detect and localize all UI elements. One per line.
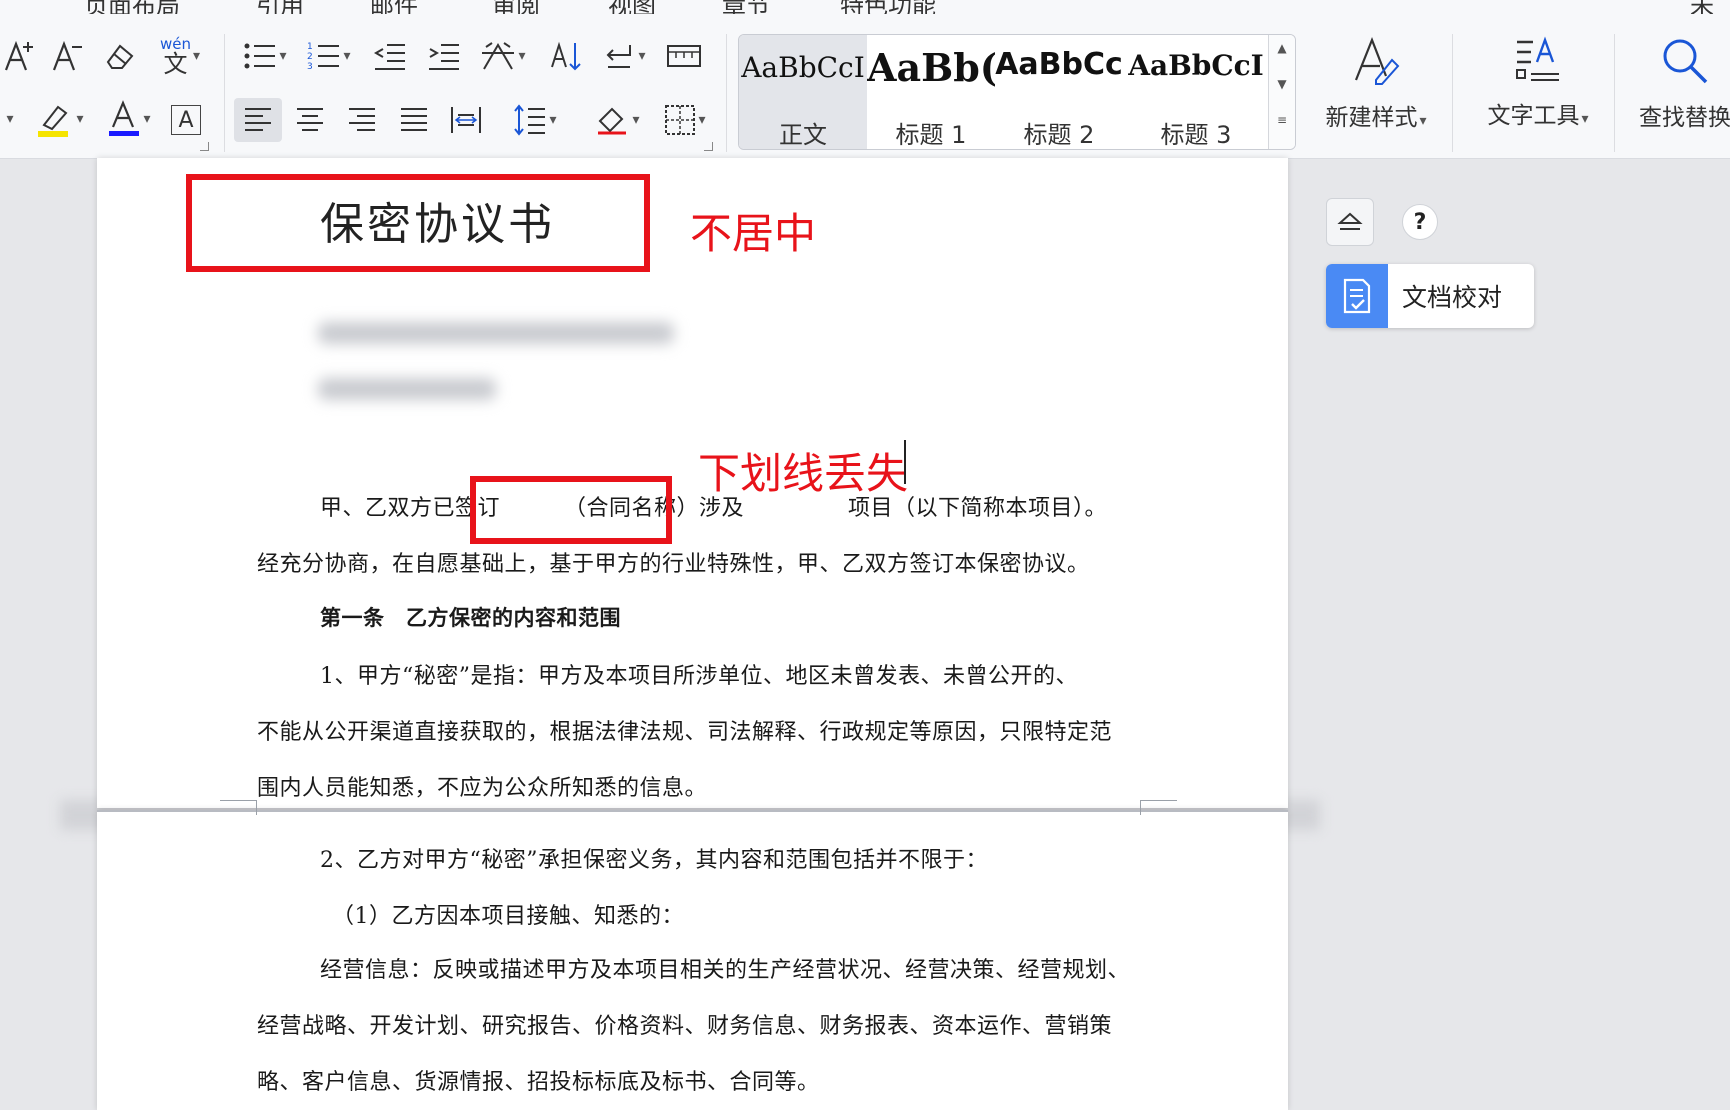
style-normal-sample: AaBbCcI	[741, 51, 865, 84]
sort-icon[interactable]	[546, 36, 586, 76]
character-border-icon[interactable]: A	[168, 102, 204, 138]
pinyin-guide-icon[interactable]: wén 文 ▾	[152, 34, 208, 78]
article-2-line-1[interactable]: 2、乙方对甲方“秘密”承担保密义务，其内容和范围包括并不限于：	[320, 842, 988, 874]
text-tool-icon	[1516, 36, 1559, 81]
borders-icon[interactable]: ▾	[656, 98, 714, 142]
find-replace-button[interactable]: 查找替换	[1630, 36, 1730, 132]
chinese-layout-icon[interactable]: ▾	[476, 36, 530, 76]
table-layout-icon[interactable]	[664, 36, 704, 76]
style-heading-3-label: 标题 3	[1160, 121, 1232, 149]
divider	[1614, 34, 1615, 152]
article-1-line-3[interactable]: 围内人员能知悉，不应为公众所知悉的信息。	[257, 770, 707, 802]
style-heading-3[interactable]: AaBbCcI 标题 3	[1123, 35, 1269, 149]
menu-page-layout[interactable]: 页面布局	[84, 0, 180, 14]
chevron-down-icon[interactable]: ▾	[193, 48, 200, 64]
annotation-box-contract-name	[470, 476, 672, 544]
paragraph-1-line-1[interactable]: 甲、乙双方已签订 （合同名称）涉及 项目（以下简称本项目）。	[320, 490, 1107, 522]
pinyin-char: 文	[163, 49, 188, 78]
scroll-down-icon[interactable]: ▼	[1269, 77, 1295, 91]
svg-text:3: 3	[307, 62, 313, 72]
margin-mark	[220, 800, 257, 815]
annotation-box-title	[186, 174, 650, 272]
style-heading-2[interactable]: AaBbCc 标题 2	[995, 35, 1123, 149]
article-2-line-3[interactable]: 经营信息：反映或描述甲方及本项目相关的生产经营状况、经营决策、经营规划、	[320, 952, 1130, 984]
menu-chapter[interactable]: 章节	[722, 0, 770, 14]
bullet-list-icon[interactable]: ▾	[240, 36, 290, 76]
decrease-indent-icon[interactable]	[370, 36, 410, 76]
text-tool-button[interactable]: 文字工具 ▾	[1470, 36, 1606, 130]
menu-view[interactable]: 视图	[608, 0, 656, 14]
article-2-line-2[interactable]: （1）乙方因本项目接触、知悉的：	[332, 898, 684, 930]
divider	[1452, 34, 1453, 152]
style-heading-2-label: 标题 2	[1023, 121, 1095, 149]
style-normal[interactable]: AaBbCcI 正文	[739, 35, 867, 149]
menu-references[interactable]: 引用	[256, 0, 304, 14]
new-style-button[interactable]: 新建样式 ▾	[1308, 36, 1444, 132]
svg-text:2: 2	[307, 52, 313, 62]
redacted-line	[318, 378, 496, 400]
proofread-label: 文档校对	[1402, 283, 1503, 312]
text-tool-label: 文字工具	[1487, 103, 1580, 129]
document-proofread-button[interactable]: 文档校对	[1326, 264, 1534, 328]
proofread-icon	[1326, 264, 1388, 328]
style-heading-1[interactable]: AaBb( 标题 1	[867, 35, 995, 149]
gallery-expand-icon[interactable]: ≡	[1269, 113, 1295, 127]
divider	[224, 34, 225, 152]
search-icon	[1663, 39, 1708, 84]
line-spacing-icon[interactable]: ▾	[506, 98, 564, 142]
styles-scrollbar[interactable]: ▲ ▼ ≡	[1268, 35, 1295, 149]
redacted-line	[318, 322, 674, 344]
show-hide-marks-icon[interactable]: ▾	[598, 36, 650, 76]
style-heading-1-sample: AaBb(	[867, 45, 995, 90]
eject-icon	[1337, 212, 1363, 230]
article-1-line-2[interactable]: 不能从公开渠道直接获取的，根据法律法规、司法解释、行政规定等原因，只限特定范	[257, 714, 1112, 746]
paragraph-1-line-2[interactable]: 经充分协商，在自愿基础上，基于甲方的行业特殊性，甲、乙双方签订本保密协议。	[257, 546, 1090, 578]
align-left-icon[interactable]	[234, 98, 282, 142]
menu-review[interactable]: 审阅	[492, 0, 540, 14]
highlight-color-icon[interactable]: ▾	[30, 98, 88, 140]
decrease-font-size-icon[interactable]	[48, 36, 88, 76]
article-2-line-4[interactable]: 经营战略、开发计划、研究报告、价格资料、财务信息、财务报表、资本运作、营销策	[257, 1008, 1112, 1040]
help-icon[interactable]: ?	[1402, 204, 1438, 240]
collapse-panel-button[interactable]	[1326, 198, 1374, 246]
svg-text:1: 1	[307, 42, 313, 52]
justify-icon[interactable]	[392, 98, 436, 142]
styles-gallery: AaBbCcI 正文 AaBb( 标题 1 AaBbCc 标题 2 AaBbCc…	[738, 34, 1296, 150]
article-2-line-5[interactable]: 略、客户信息、货源情报、招投标标底及标书、合同等。	[257, 1064, 820, 1096]
clear-format-eraser-icon[interactable]	[100, 36, 140, 76]
style-heading-3-sample: AaBbCcI	[1128, 49, 1264, 82]
increase-indent-icon[interactable]	[424, 36, 464, 76]
menu-right-item[interactable]: 未	[1690, 0, 1714, 14]
chevron-down-icon[interactable]: ▾	[0, 104, 18, 134]
divider	[726, 34, 727, 152]
menu-bar: 页面布局 引用 邮件 审阅 视图 章节 特色功能 未	[0, 0, 1730, 14]
paragraph-dialog-launcher-icon[interactable]	[704, 142, 713, 151]
annotation-not-centered: 不居中	[690, 209, 817, 258]
style-normal-label: 正文	[779, 121, 827, 149]
style-heading-1-label: 标题 1	[895, 121, 967, 149]
scroll-up-icon[interactable]: ▲	[1269, 41, 1295, 55]
article-1-line-1[interactable]: 1、甲方“秘密”是指：甲方及本项目所涉单位、地区未曾发表、未曾公开的、	[320, 658, 1078, 690]
find-replace-label: 查找替换	[1639, 105, 1730, 131]
new-style-label: 新建样式	[1325, 105, 1418, 131]
increase-font-size-icon[interactable]	[0, 36, 40, 76]
article-1-heading[interactable]: 第一条 乙方保密的内容和范围	[320, 602, 621, 632]
margin-mark	[1140, 800, 1177, 815]
align-center-icon[interactable]	[288, 98, 332, 142]
numbered-list-icon[interactable]: 123 ▾	[304, 36, 354, 76]
style-heading-2-sample: AaBbCc	[995, 47, 1123, 82]
new-style-icon	[1354, 37, 1400, 85]
font-color-icon[interactable]: ▾	[100, 98, 158, 140]
menu-mailings[interactable]: 邮件	[370, 0, 418, 14]
ribbon: wén 文 ▾ ▾ ▾ ▾ A ▾ 123 ▾ ▾ ▾ ▾ ▾ ▾ AaBbCc…	[0, 14, 1730, 159]
text-cursor	[904, 440, 906, 484]
align-right-icon[interactable]	[340, 98, 384, 142]
distributed-align-icon[interactable]	[444, 98, 488, 142]
shading-icon[interactable]: ▾	[588, 98, 646, 142]
font-dialog-launcher-icon[interactable]	[200, 142, 209, 151]
menu-features[interactable]: 特色功能	[840, 0, 936, 14]
